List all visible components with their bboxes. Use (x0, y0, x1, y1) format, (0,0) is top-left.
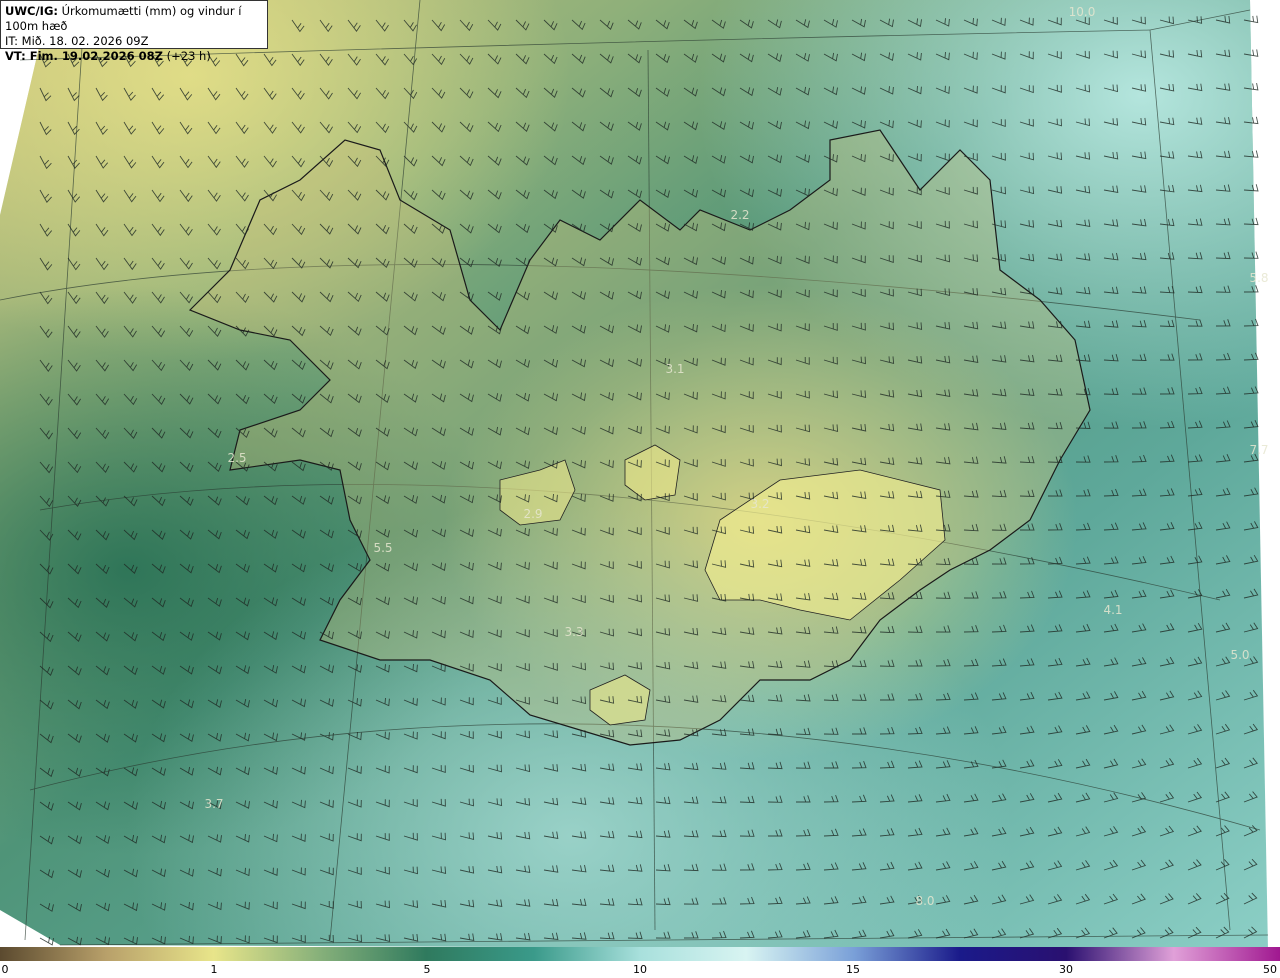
value-label: 10.0 (1069, 5, 1096, 19)
colorbar-tick-label: 1 (210, 963, 218, 976)
value-label: 2.9 (523, 507, 542, 521)
colorbar: 0 1 5 10 15 30 50 (0, 947, 1280, 978)
valid-time: VT: Fim. 19.02.2026 08Z (+23 h) (5, 49, 211, 63)
colorbar-tick-label: 10 (633, 963, 647, 976)
value-label: 5.0 (1230, 648, 1249, 662)
value-label: 3.2 (750, 497, 769, 511)
value-label: 5.8 (1249, 271, 1268, 285)
value-label: 3.1 (665, 362, 684, 376)
value-label: 4.1 (1103, 603, 1122, 617)
colorbar-gradient (0, 947, 1280, 961)
value-label: 2.5 (227, 451, 246, 465)
colorbar-tick-label: 5 (423, 963, 431, 976)
value-label: 8.0 (915, 894, 934, 908)
initial-time: IT: Mið. 18. 02. 2026 09Z (5, 34, 149, 48)
map-header: UWC/IG: Úrkomumætti (mm) og vindur í 100… (0, 0, 268, 63)
colorbar-tick-label: 15 (846, 963, 860, 976)
value-label: 3.3 (564, 625, 583, 639)
value-label: 2.2 (730, 208, 749, 222)
value-label: 5.5 (373, 541, 392, 555)
value-label: 3.7 (204, 797, 223, 811)
value-label: 7.7 (1249, 443, 1268, 457)
colorbar-tick-label: 30 (1059, 963, 1073, 976)
map-title: UWC/IG: Úrkomumætti (mm) og vindur í 100… (5, 4, 242, 33)
precipitation-map: 10.0 5.8 7.7 5.5 2.5 3.1 4.1 5.0 3.7 8.0… (0, 0, 1269, 950)
colorbar-tick-label: 50 (1263, 963, 1277, 976)
colorbar-tick-label: 0 (1, 963, 9, 976)
